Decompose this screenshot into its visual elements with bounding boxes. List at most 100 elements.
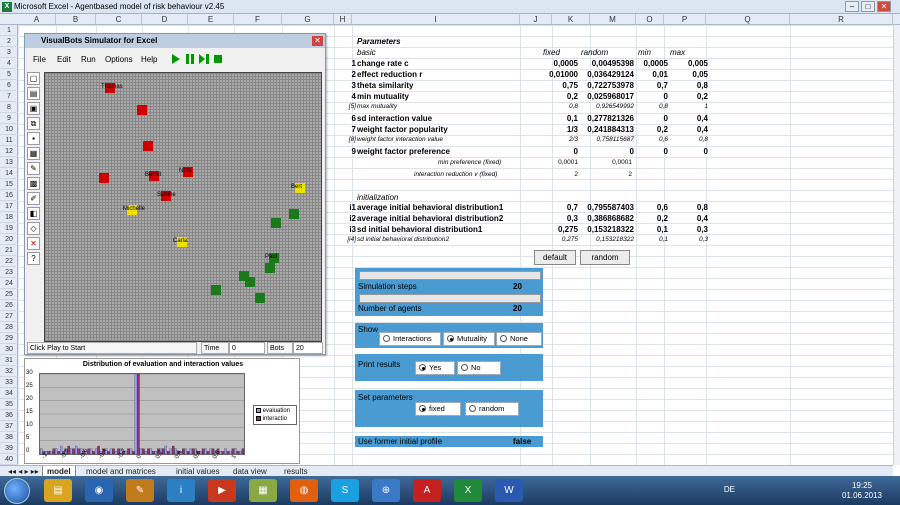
param-fixed[interactable]: 0,1 [532, 114, 578, 123]
param-min[interactable]: 0,2 [634, 214, 668, 223]
param-idx[interactable]: i1 [344, 203, 356, 212]
param-label[interactable]: average initial behavioral distribution2 [357, 214, 537, 223]
taskbar-network-icon[interactable]: ⊕ [372, 479, 400, 502]
param-idx[interactable]: 7 [344, 125, 356, 134]
print-no-radio[interactable]: No [457, 361, 501, 375]
param-random[interactable]: 0,036429124 [578, 70, 634, 79]
taskbar-files-icon[interactable]: ▦ [249, 479, 277, 502]
param-random[interactable]: 0,926549992 [578, 103, 634, 110]
print-radio-1[interactable] [461, 364, 468, 371]
param-min[interactable]: 0 [634, 92, 668, 101]
param-label[interactable]: weight factor interaction value [357, 136, 537, 143]
param-fixed[interactable]: 0,275 [532, 225, 578, 234]
setparams-radio-1[interactable] [469, 405, 476, 412]
param-fixed[interactable]: 0,2 [532, 92, 578, 101]
param-fixed[interactable]: 1/3 [532, 125, 578, 134]
steps-scrollbar[interactable] [359, 271, 541, 280]
param-fixed[interactable]: 0,7 [532, 203, 578, 212]
param-random[interactable]: 0,00495398 [578, 59, 634, 68]
param-fixed[interactable]: 2/3 [532, 136, 578, 143]
param-fixed[interactable]: 0,8 [532, 103, 578, 110]
show-interactions-radio[interactable]: Interactions [379, 332, 441, 346]
setparams-fixed-radio[interactable]: fixed [415, 402, 461, 416]
start-button[interactable] [4, 478, 30, 504]
param-label[interactable]: change rate c [357, 59, 537, 68]
param-label[interactable]: sd initial behavioral distribution2 [357, 236, 537, 243]
param-idx[interactable]: 4 [344, 92, 356, 101]
param-random[interactable]: 0,241884313 [578, 125, 634, 134]
taskbar-acrobat-icon[interactable]: A [413, 479, 441, 502]
show-none-radio[interactable]: None [496, 332, 542, 346]
param-idx[interactable]: 9 [344, 147, 356, 156]
param-max[interactable]: 0,4 [672, 114, 708, 123]
param-random[interactable]: 0 [578, 147, 634, 156]
param-random[interactable]: 0,277821326 [578, 114, 634, 123]
param-max[interactable]: 0,05 [672, 70, 708, 79]
param-fixed[interactable]: 0 [532, 147, 578, 156]
param-label[interactable]: average initial behavioral distribution1 [357, 203, 537, 212]
param-min[interactable]: 0,6 [634, 136, 668, 143]
taskbar-word-icon[interactable]: W [495, 479, 523, 502]
param-label[interactable]: theta similarity [357, 81, 537, 90]
random-button[interactable]: random [580, 250, 630, 265]
former-value[interactable]: false [513, 437, 531, 446]
param-min[interactable]: 0,7 [634, 81, 668, 90]
param-random[interactable]: 0,386868682 [578, 214, 634, 223]
param-max[interactable]: 1 [672, 103, 708, 110]
default-button[interactable]: default [534, 250, 576, 265]
param-fixed[interactable]: 0,75 [532, 81, 578, 90]
taskbar-firefox-icon[interactable]: ◍ [290, 479, 318, 502]
show-mutuality-radio[interactable]: Mutuality [443, 332, 495, 346]
taskbar-chrome-icon[interactable]: ◉ [85, 479, 113, 502]
param-idx[interactable]: 2 [344, 70, 356, 79]
param-min[interactable]: 0,01 [634, 70, 668, 79]
param-idx[interactable]: [i4] [344, 236, 356, 243]
param-min[interactable]: 0,1 [634, 236, 668, 243]
param-max[interactable]: 0,4 [672, 125, 708, 134]
param-label[interactable]: effect reduction r [357, 70, 537, 79]
taskbar-interact-icon[interactable]: i [167, 479, 195, 502]
param-min[interactable]: 0,8 [634, 103, 668, 110]
param-random[interactable]: 0,153218322 [578, 225, 634, 234]
param-random[interactable]: 0,795587403 [578, 203, 634, 212]
param-fixed[interactable]: 0,275 [532, 236, 578, 243]
param-min[interactable]: 0,1 [634, 225, 668, 234]
param-min[interactable]: 0 [634, 114, 668, 123]
taskbar-explorer-icon[interactable]: ▤ [44, 479, 72, 502]
param-label[interactable]: weight factor popularity [357, 125, 537, 134]
param-fixed[interactable]: 0,3 [532, 214, 578, 223]
show-radio-2[interactable] [500, 335, 507, 342]
param-fixed[interactable]: 0,01000 [532, 70, 578, 79]
param-idx[interactable]: 1 [344, 59, 356, 68]
param-idx[interactable]: [5] [344, 103, 356, 110]
param-max[interactable]: 0,8 [672, 136, 708, 143]
param-label[interactable]: sd interaction value [357, 114, 537, 123]
param-max[interactable]: 0,4 [672, 214, 708, 223]
param-max[interactable]: 0 [672, 147, 708, 156]
param-random[interactable]: 0,025968017 [578, 92, 634, 101]
param-fixed[interactable]: 0,0005 [532, 59, 578, 68]
setparams-random-radio[interactable]: random [465, 402, 519, 416]
param-min[interactable]: 0 [634, 147, 668, 156]
agents-scrollbar[interactable] [359, 294, 541, 303]
print-radio-0[interactable] [419, 364, 426, 371]
param-min[interactable]: 0,2 [634, 125, 668, 134]
param-max[interactable]: 0,8 [672, 203, 708, 212]
taskbar-gimp-icon[interactable]: ✎ [126, 479, 154, 502]
show-radio-0[interactable] [383, 335, 390, 342]
param-random[interactable]: 0,153218322 [578, 236, 634, 243]
show-radio-1[interactable] [447, 335, 454, 342]
param-min[interactable]: 0,6 [634, 203, 668, 212]
param-idx[interactable]: [8] [344, 136, 356, 143]
clock[interactable]: 19:25 01.06.2013 [842, 481, 882, 501]
param-max[interactable]: 0,005 [672, 59, 708, 68]
param-random[interactable]: 0,758115687 [578, 136, 634, 143]
param-max[interactable]: 0,3 [672, 225, 708, 234]
param-idx[interactable]: 6 [344, 114, 356, 123]
param-max[interactable]: 0,3 [672, 236, 708, 243]
param-label[interactable]: min mutuality [357, 92, 537, 101]
taskbar-skype-icon[interactable]: S [331, 479, 359, 502]
param-label[interactable]: sd initial behavioral distribution1 [357, 225, 537, 234]
param-label[interactable]: weight factor preference [357, 147, 537, 156]
language-indicator[interactable]: DE [724, 485, 735, 494]
